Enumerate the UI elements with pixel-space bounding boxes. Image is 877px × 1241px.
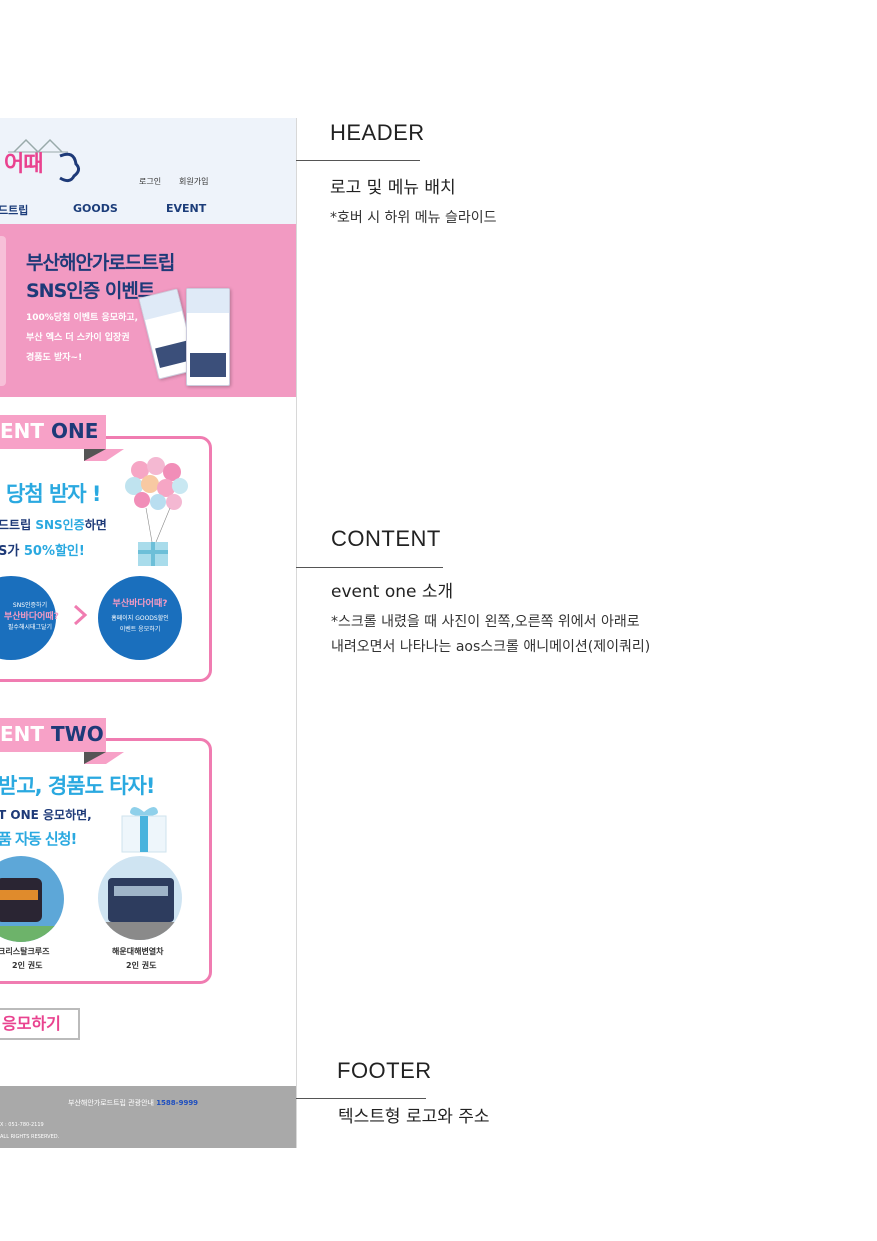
- login-link[interactable]: 로그인: [139, 176, 161, 187]
- arrow-right-icon: [73, 604, 88, 626]
- prize2-qty: 2인 권도: [126, 961, 157, 970]
- content-annotation-title: CONTENT: [331, 526, 441, 551]
- signup-link[interactable]: 회원가입: [179, 176, 208, 187]
- banner-title-2: SNS인증 이벤트: [26, 280, 155, 302]
- nav-event[interactable]: EVENT: [166, 202, 206, 215]
- line1-suffix: 하면: [84, 518, 107, 532]
- ribbon-prefix: ENT: [0, 722, 45, 746]
- banner-desc-3: 경품도 받자~!: [26, 353, 83, 363]
- banner-title-1: 부산해안가로드트립: [26, 252, 175, 274]
- event-one-line1: 드트립 SNS인증하면: [0, 516, 107, 533]
- logo-text: 어때: [4, 152, 43, 177]
- prize2-name: 해운대해변열차: [112, 947, 164, 956]
- ribbon-suffix: TWO: [51, 722, 104, 746]
- step1-line3: 필수해시태그달기: [7, 624, 53, 631]
- event-two-line1: T ONE 응모하면,: [0, 808, 92, 822]
- banner-edge: [0, 236, 6, 386]
- step2-line3: 이벤트 응모하기: [119, 626, 161, 633]
- footer-tel: 1588-9999: [156, 1099, 199, 1107]
- main-banner: 부산해안가로드트립 SNS인증 이벤트 100%당첨 이벤트 응모하고, 부산 …: [0, 224, 296, 397]
- apply-button[interactable]: 응모하기: [0, 1008, 80, 1040]
- nav-goods[interactable]: GOODS: [73, 202, 118, 215]
- event-two-line2: 품 자동 신청!: [0, 830, 77, 848]
- header-annotation-note: *호버 시 하위 메뉴 슬라이드: [330, 210, 497, 226]
- line1-highlight: SNS인증: [35, 518, 85, 532]
- footer-info-text: 부산해안가로드트립 관광안내: [68, 1099, 154, 1107]
- content-annotation-sub: event one 소개: [331, 582, 454, 602]
- event-two-label: ENT TWO: [0, 722, 104, 746]
- header-annotation-sub: 로고 및 메뉴 배치: [330, 178, 456, 198]
- footer-annotation-title: FOOTER: [337, 1058, 432, 1083]
- line2-highlight: 50%할인!: [23, 544, 85, 559]
- header-annotation-title: HEADER: [330, 120, 425, 145]
- step2-line1: 부산바다어때?: [112, 599, 168, 609]
- footer-annotation-rule: [296, 1098, 426, 1099]
- event-two-headline: 받고, 경품도 타자!: [0, 774, 155, 798]
- step1-line2: 부산바다어때?: [4, 612, 59, 622]
- ribbon-prefix: ENT: [0, 419, 45, 443]
- banner-desc-2: 부산 엑스 더 스카이 입장권: [26, 333, 130, 343]
- event-one-headline: 당첨 받자 !: [6, 482, 101, 506]
- footer-info: 부산해안가로드트립 관광안내 1588-9999: [68, 1098, 198, 1108]
- header-annotation-rule: [296, 160, 420, 161]
- prize1-qty: 2인 권도: [12, 961, 43, 970]
- footer-fax: X : 051-780-2119: [0, 1122, 44, 1128]
- mock-header: 어때 로그인 회원가입 드트립 GOODS EVENT: [0, 118, 296, 224]
- prize1-name: 크리스탈크루즈: [0, 947, 50, 956]
- banner-desc-1: 100%당첨 이벤트 응모하고,: [26, 313, 139, 323]
- ribbon-suffix: ONE: [51, 419, 99, 443]
- line1-text: 드트립: [0, 518, 36, 532]
- line2-text: S가: [0, 544, 24, 559]
- site-mockup: 어때 로그인 회원가입 드트립 GOODS EVENT 부산해안가로드트립 SN…: [0, 118, 297, 1148]
- step1-line1: SNS인증하기: [12, 602, 48, 609]
- balloon-gift-image: [125, 457, 188, 566]
- event-one-line2: S가 50%할인!: [0, 540, 85, 559]
- ticket-image-2: [186, 288, 230, 386]
- footer-annotation-sub: 텍스트형 로고와 주소: [338, 1107, 490, 1127]
- content-annotation-note-1: *스크롤 내렸을 때 사진이 왼쪽,오른쪽 위에서 아래로: [331, 614, 640, 630]
- step2-line2: 홈페이지 GOODS할인: [111, 615, 169, 622]
- footer-copyright: ALL RIGHTS RESERVED.: [0, 1134, 60, 1140]
- step-circle-2: 부산바다어때? 홈페이지 GOODS할인 이벤트 응모하기: [98, 576, 182, 660]
- mock-footer: 부산해안가로드트립 관광안내 1588-9999 X : 051-780-211…: [0, 1086, 296, 1148]
- nav-roadtrip[interactable]: 드트립: [0, 202, 28, 218]
- gift-box-image: [121, 807, 167, 853]
- content-annotation-note-2: 내려오면서 나타나는 aos스크롤 애니메이션(제이쿼리): [331, 639, 651, 655]
- content-annotation-rule: [296, 567, 443, 568]
- train-photo: [98, 856, 182, 940]
- event-one-label: ENT ONE: [0, 419, 98, 443]
